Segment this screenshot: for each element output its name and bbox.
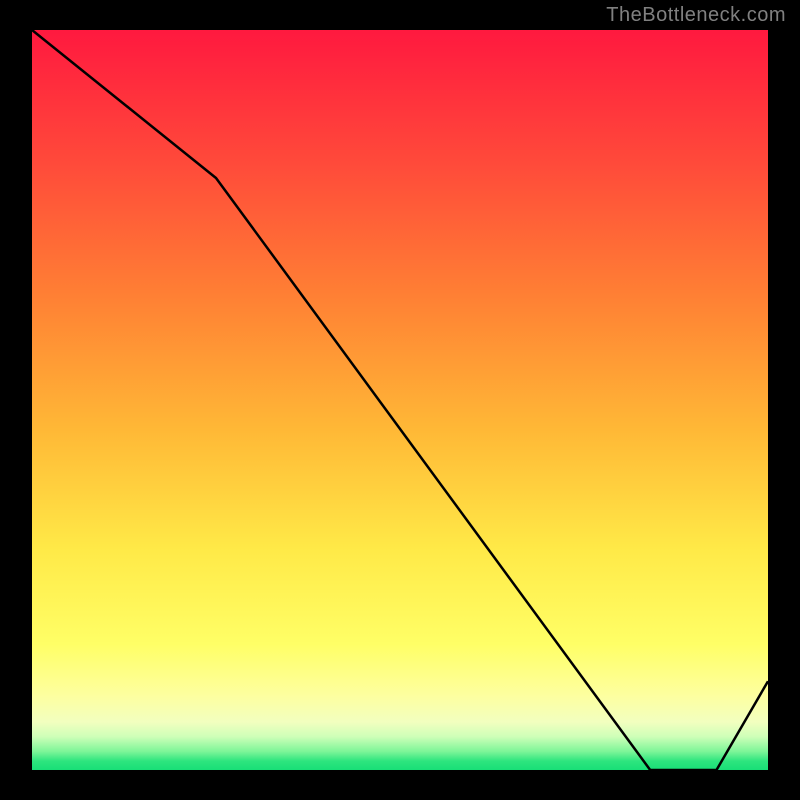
chart-background-gradient — [32, 30, 768, 770]
watermark-text: TheBottleneck.com — [606, 4, 786, 27]
chart-frame — [32, 30, 768, 770]
